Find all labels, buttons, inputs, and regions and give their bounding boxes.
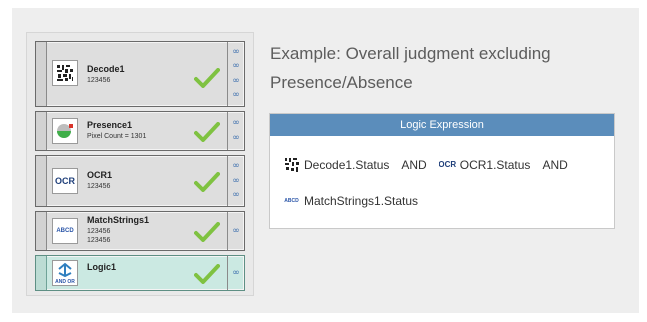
link-column: ∞ ∞ ∞ ∞: [227, 42, 244, 106]
barcode-icon: [52, 60, 78, 86]
step-value: 123456: [87, 77, 111, 84]
link-column: ∞: [227, 212, 244, 250]
link-icon[interactable]: ∞: [232, 268, 240, 278]
match-strings-icon-text: ABCD: [56, 227, 74, 234]
link-icon[interactable]: ∞: [232, 191, 240, 200]
job-step-list: Decode1 123456 ∞ ∞ ∞ ∞ Presence1 Pixel C…: [26, 32, 254, 296]
step-name: Decode1: [87, 64, 125, 74]
link-icon[interactable]: ∞: [232, 134, 240, 143]
pass-check-icon: [194, 222, 220, 242]
link-icon[interactable]: ∞: [232, 176, 240, 186]
expression-term[interactable]: OCR1.Status: [460, 158, 531, 172]
step-decode1[interactable]: Decode1 123456 ∞ ∞ ∞ ∞: [35, 41, 245, 107]
logic-expression-row: ABCD MatchStrings1.Status: [283, 192, 418, 209]
pass-check-icon: [194, 172, 220, 192]
link-icon[interactable]: ∞: [232, 62, 240, 71]
step-handle[interactable]: [36, 42, 47, 106]
step-value: Pixel Count = 1301: [87, 133, 147, 140]
match-strings-icon: ABCD: [283, 192, 300, 209]
step-presence1[interactable]: Presence1 Pixel Count = 1301 ∞ ∞: [35, 111, 245, 151]
expression-term[interactable]: Decode1.Status: [304, 158, 389, 172]
link-column: ∞ ∞: [227, 112, 244, 150]
expression-term[interactable]: MatchStrings1.Status: [304, 194, 418, 208]
step-logic1[interactable]: AND OR Logic1 ∞: [35, 255, 245, 291]
pass-check-icon: [194, 264, 220, 284]
step-name: MatchStrings1: [87, 215, 150, 225]
barcode-icon: [283, 156, 300, 173]
link-icon[interactable]: ∞: [232, 161, 240, 171]
step-ocr1[interactable]: OCR OCR1 123456 ∞ ∞ ∞: [35, 155, 245, 207]
step-name: OCR1: [87, 170, 113, 180]
link-icon[interactable]: ∞: [232, 226, 240, 236]
step-handle[interactable]: [36, 112, 47, 150]
logic-icon: AND OR: [52, 260, 78, 286]
example-caption: Example: Overall judgment excluding Pres…: [270, 39, 630, 97]
link-column: ∞: [227, 256, 244, 290]
step-handle[interactable]: [36, 212, 47, 250]
step-handle[interactable]: [36, 156, 47, 206]
and-operator: AND: [542, 157, 568, 172]
link-icon[interactable]: ∞: [232, 91, 240, 100]
step-value: 123456: [87, 183, 111, 190]
link-icon[interactable]: ∞: [232, 118, 240, 128]
link-icon[interactable]: ∞: [232, 47, 240, 57]
logic-icon-text: AND OR: [55, 279, 75, 285]
presence-icon: [52, 118, 78, 144]
ocr-icon-text: OCR: [438, 160, 456, 169]
step-name: Logic1: [87, 262, 117, 272]
caption-line: Presence/Absence: [270, 73, 413, 92]
ocr-icon: OCR: [52, 168, 78, 194]
pass-check-icon: [194, 122, 220, 142]
step-value: 123456: [87, 237, 111, 244]
ocr-icon: OCR: [439, 156, 456, 173]
match-strings-icon-text: ABCD: [284, 197, 299, 204]
and-operator: AND: [401, 157, 427, 172]
pass-check-icon: [194, 68, 220, 88]
step-matchstrings1[interactable]: ABCD MatchStrings1 123456 123456 ∞: [35, 211, 245, 251]
step-handle[interactable]: [36, 256, 47, 290]
link-column: ∞ ∞ ∞: [227, 156, 244, 206]
step-name: Presence1: [87, 120, 133, 130]
logic-expression-row: Decode1.Status AND OCR OCR1.Status AND: [283, 156, 580, 173]
logic-expression-title: Logic Expression: [270, 114, 614, 136]
step-value: 123456: [87, 228, 111, 235]
logic-expression-panel: Logic Expression Decode1.Status AND OCR …: [269, 113, 615, 229]
link-icon[interactable]: ∞: [232, 76, 240, 86]
ocr-icon-text: OCR: [55, 176, 75, 186]
match-strings-icon: ABCD: [52, 218, 78, 244]
caption-line: Example: Overall judgment excluding: [270, 44, 551, 63]
